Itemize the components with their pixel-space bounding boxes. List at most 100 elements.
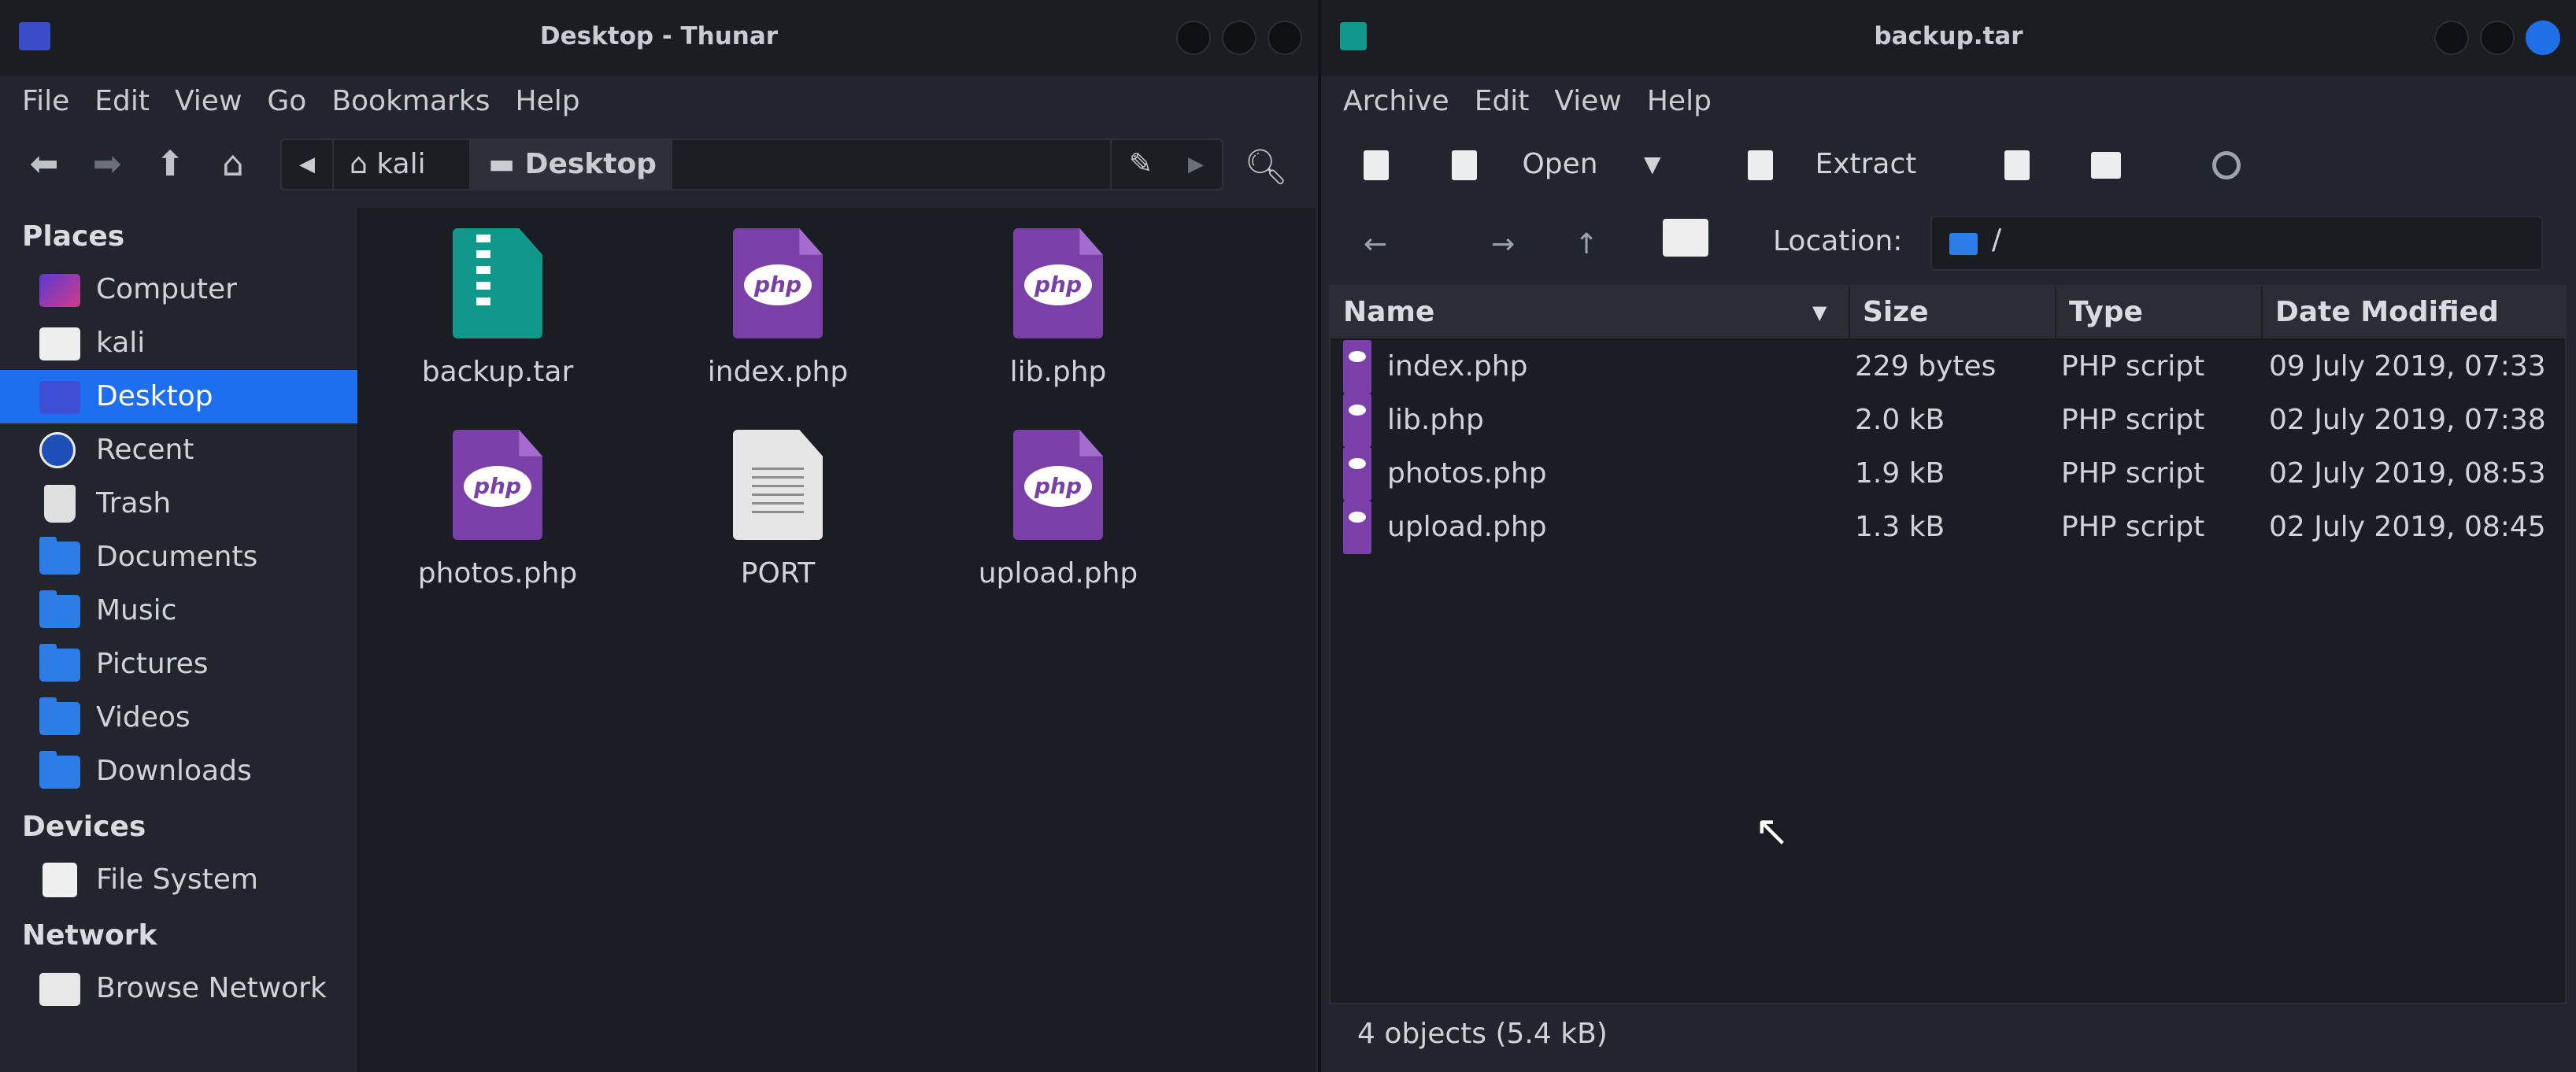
sidebar-item-documents[interactable]: Documents [0,530,357,584]
table-row[interactable]: lib.php 2.0 kB PHP script 02 July 2019, … [1331,394,2565,447]
forward-arrow-icon[interactable]: ➡ [85,145,129,184]
path-bar: ◀ ⌂ kali ▬ Desktop ✎ ▶ [280,139,1223,190]
file-item-backup-tar[interactable]: backup.tar [372,228,624,388]
column-header-date-modified[interactable]: Date Modified [2263,286,2565,338]
recent-icon [39,432,76,468]
close-button[interactable] [2526,20,2560,55]
home-folder-icon[interactable] [1663,219,1708,258]
back-arrow-icon[interactable]: ⬅ [22,145,66,184]
path-kali-button[interactable]: ⌂ kali [334,140,471,189]
minimize-button[interactable] [2434,20,2469,55]
archiver-titlebar[interactable]: backup.tar [1321,0,2576,76]
column-header-name[interactable]: Name [1331,286,1850,338]
file-item-photos-php[interactable]: php photos.php [372,430,624,590]
file-item-upload-php[interactable]: php upload.php [932,430,1184,590]
cell-name: index.php [1387,350,1528,383]
sidebar-item-computer[interactable]: Computer [0,263,357,316]
sidebar-item-label: Browse Network [96,972,327,1004]
new-archive-button[interactable] [1364,145,1389,184]
path-scroll-right-icon[interactable]: ▶ [1170,140,1222,189]
menu-go[interactable]: Go [254,76,319,121]
network-icon [39,973,80,1006]
file-item-lib-php[interactable]: php lib.php [932,228,1184,388]
home-icon[interactable]: ⌂ [211,145,255,184]
path-desktop-button[interactable]: ▬ Desktop [471,140,672,189]
add-file-button[interactable] [2004,145,2030,184]
column-header-type[interactable]: Type [2056,286,2263,338]
new-file-icon [1364,150,1389,180]
desktop-icon [39,381,80,414]
menu-view[interactable]: View [1542,76,1634,121]
open-dropdown-chevron-down-icon[interactable]: ▼ [1644,145,1661,184]
extract-icon [1748,150,1773,180]
maximize-button[interactable] [1222,20,1257,55]
open-button[interactable]: Open [1452,145,1598,184]
thunar-titlebar[interactable]: Desktop - Thunar [0,0,1318,76]
text-file-icon [733,430,823,540]
file-label: photos.php [417,557,578,590]
minimize-button[interactable] [1176,20,1211,55]
menu-edit[interactable]: Edit [1462,76,1542,121]
close-button[interactable] [1268,20,1302,55]
extract-button[interactable]: Extract [1748,145,1916,184]
cell-date: 02 July 2019, 08:45 [2269,511,2546,543]
add-folder-button[interactable] [2091,145,2121,184]
add-folder-icon [2091,152,2121,179]
sidebar-item-pictures[interactable]: Pictures [0,638,357,691]
php-file-icon [1343,340,1371,394]
path-desktop-label: Desktop [524,148,657,180]
location-value: / [1992,224,2002,256]
file-item-port[interactable]: PORT [652,430,904,590]
sidebar-item-recent[interactable]: Recent [0,423,357,477]
cell-name: lib.php [1387,404,1484,436]
path-scroll-left-icon[interactable]: ◀ [282,140,334,189]
stop-button[interactable] [2212,145,2241,184]
search-icon[interactable]: 🔍︎ [1244,146,1288,187]
column-header-size[interactable]: Size [1850,286,2056,338]
mouse-cursor-icon: ↖ [1754,806,1790,856]
menu-bookmarks[interactable]: Bookmarks [319,76,502,121]
file-icon-view[interactable]: backup.tar php index.php php lib.php php… [359,208,1315,1072]
sidebar-item-music[interactable]: Music [0,584,357,638]
menu-file[interactable]: File [9,76,82,121]
sidebar-item-downloads[interactable]: Downloads [0,745,357,798]
sidebar-item-browse-network[interactable]: Browse Network [0,962,357,1015]
cell-size: 1.9 kB [1855,457,1945,490]
sort-chevron-down-icon: ▼ [1812,301,1827,323]
file-item-index-php[interactable]: php index.php [652,228,904,388]
archive-file-list[interactable]: Name ▼ Size Type Date Modified index.php… [1329,285,2567,1004]
sidebar-item-videos[interactable]: Videos [0,691,357,745]
menu-edit[interactable]: Edit [82,76,162,121]
up-arrow-icon[interactable]: ⬆ [148,145,192,184]
desktop-icon: ▬ [488,148,516,180]
sidebar: Places Computer kali Desktop Recent Tras… [0,208,359,1072]
table-row[interactable]: upload.php 1.3 kB PHP script 02 July 201… [1331,501,2565,554]
sidebar-item-label: Documents [96,541,258,573]
sidebar-item-file-system[interactable]: File System [0,853,357,907]
location-field[interactable]: / [1930,216,2543,271]
sidebar-item-kali[interactable]: kali [0,316,357,370]
edit-location-pencil-icon[interactable]: ✎ [1110,140,1170,189]
up-arrow-icon[interactable]: ↑ [1575,225,1598,264]
back-arrow-icon[interactable]: ← [1364,225,1387,264]
forward-arrow-icon[interactable]: → [1491,225,1515,264]
videos-folder-icon [39,697,80,735]
menu-help[interactable]: Help [1634,76,1724,121]
path-kali-label: kali [376,148,426,180]
cell-date: 09 July 2019, 07:33 [2269,350,2546,383]
cell-type: PHP script [2061,404,2205,436]
sidebar-item-desktop[interactable]: Desktop [0,370,357,423]
devices-header: Devices [22,811,146,843]
sidebar-item-trash[interactable]: Trash [0,477,357,530]
archive-file-icon [453,228,542,338]
menu-archive[interactable]: Archive [1331,76,1462,121]
folder-icon [1949,233,1978,255]
maximize-button[interactable] [2480,20,2515,55]
cell-date: 02 July 2019, 07:38 [2269,404,2546,436]
sidebar-item-label: File System [96,863,258,896]
table-row[interactable]: photos.php 1.9 kB PHP script 02 July 201… [1331,447,2565,501]
menu-view[interactable]: View [162,76,254,121]
menu-help[interactable]: Help [502,76,592,121]
home-folder-icon [39,327,80,360]
table-row[interactable]: index.php 229 bytes PHP script 09 July 2… [1331,340,2565,394]
